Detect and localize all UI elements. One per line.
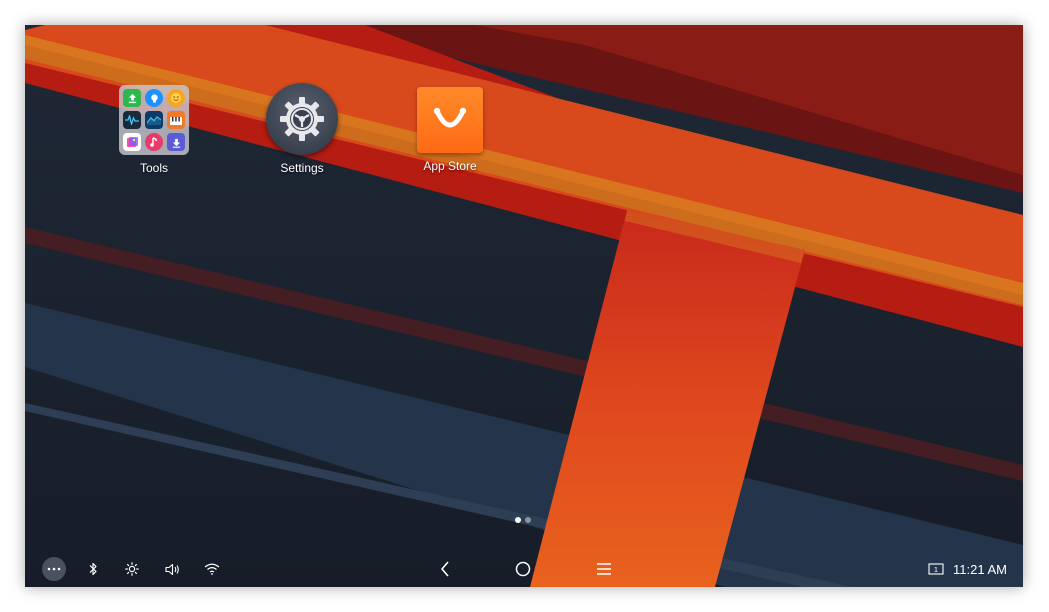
page-dot-1[interactable] [515,517,521,523]
bluetooth-button[interactable] [83,551,103,587]
more-icon [42,557,66,581]
brightness-icon [125,562,139,576]
gallery-icon [123,133,141,151]
chat-emoji-icon [167,89,185,107]
shopping-bag-smile-icon [417,87,483,153]
volume-button[interactable] [162,551,182,587]
tools-folder-icon [119,85,189,155]
page-indicator [515,517,531,523]
status-clock[interactable]: 11:21 AM [951,551,1009,587]
screen-switch-button[interactable]: 1 [927,551,945,587]
lightbulb-icon [145,89,163,107]
screen-icon: 1 [928,563,944,575]
app-tools-folder[interactable]: Tools [99,85,209,175]
volume-icon [164,563,179,575]
brightness-button[interactable] [122,551,142,587]
music-note-icon [145,133,163,151]
back-button[interactable] [433,551,457,587]
app-label-tools: Tools [139,161,168,175]
bluetooth-icon [89,562,97,576]
android-desktop-window: Tools Settings App Store 1 11:21 AM [25,25,1023,587]
app-settings[interactable]: Settings [247,83,357,175]
mountain-chart-icon [145,111,163,129]
upload-icon [123,89,141,107]
clock-text: 11:21 AM [953,561,1007,577]
app-app-store[interactable]: App Store [395,87,505,173]
download-icon [167,133,185,151]
wifi-icon [204,563,220,575]
home-button[interactable] [511,551,535,587]
page-dot-2[interactable] [525,517,531,523]
app-label-app-store: App Store [423,159,477,173]
app-label-settings: Settings [280,161,324,175]
taskbar: 1 11:21 AM [25,551,1023,587]
gear-icon [266,83,338,155]
piano-icon [167,111,185,129]
recents-icon [597,563,611,575]
quick-settings-more-button[interactable] [42,551,66,587]
waveform-icon [123,111,141,129]
wifi-button[interactable] [202,551,222,587]
home-icon [515,561,531,577]
back-icon [441,561,449,577]
screen-badge: 1 [934,565,938,574]
recents-button[interactable] [592,551,616,587]
